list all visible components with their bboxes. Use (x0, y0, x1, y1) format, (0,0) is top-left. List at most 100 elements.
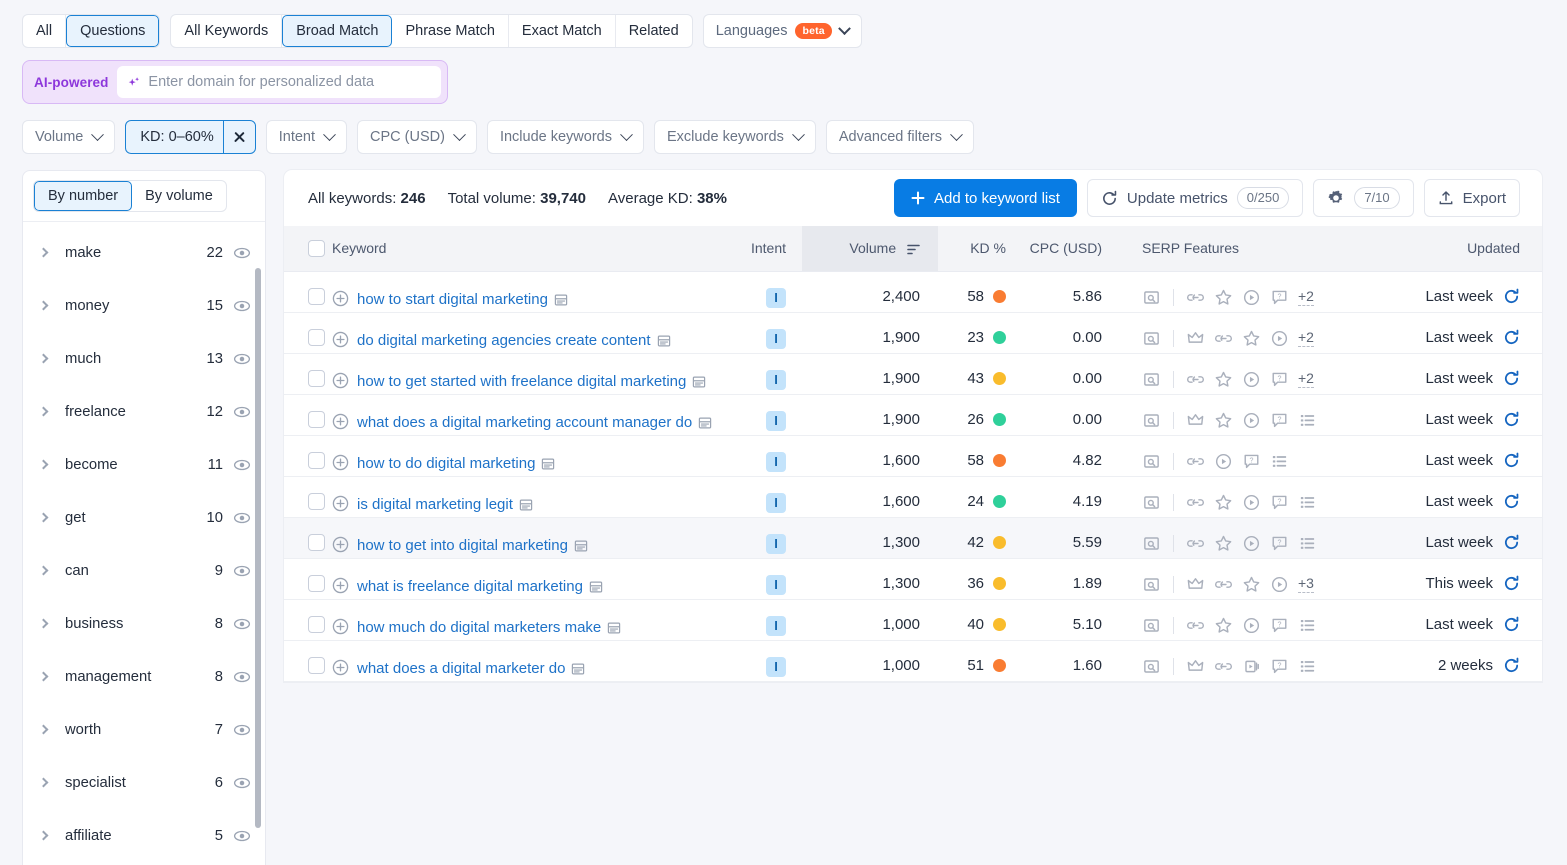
header-serp-features[interactable]: SERP Features (1122, 226, 1382, 272)
eye-icon[interactable] (233, 668, 251, 686)
intent-badge[interactable]: I (766, 492, 786, 513)
chevron-right-icon[interactable] (35, 777, 51, 788)
table-row[interactable]: what does a digital marketer do I 1,000 51… (284, 640, 1542, 682)
add-keyword-icon[interactable] (332, 577, 349, 594)
serp-snippet-icon[interactable] (607, 621, 621, 635)
serp-preview-icon[interactable] (1142, 616, 1161, 635)
add-to-keyword-list-button[interactable]: Add to keyword list (894, 179, 1077, 217)
related-searches-icon[interactable] (1298, 534, 1317, 553)
table-settings-button[interactable]: 7/10 (1313, 179, 1414, 217)
header-keyword[interactable]: Keyword (332, 226, 726, 272)
add-keyword-icon[interactable] (332, 536, 349, 553)
chevron-right-icon[interactable] (35, 247, 51, 258)
serp-preview-icon[interactable] (1142, 575, 1161, 594)
faq-icon[interactable]: ? (1270, 288, 1289, 307)
reviews-star-icon[interactable] (1242, 329, 1261, 348)
serp-snippet-icon[interactable] (657, 334, 671, 348)
sitelinks-icon[interactable] (1186, 493, 1205, 512)
filter-intent[interactable]: Intent (265, 120, 348, 154)
chevron-right-icon[interactable] (35, 512, 51, 523)
row-checkbox[interactable] (308, 656, 325, 674)
tab-broad-match[interactable]: Broad Match (282, 15, 393, 47)
eye-icon[interactable] (233, 403, 251, 421)
related-searches-icon[interactable] (1298, 493, 1317, 512)
table-row[interactable]: how to start digital marketing I 2,400 58 5… (284, 271, 1542, 313)
serp-snippet-icon[interactable] (519, 498, 533, 512)
add-keyword-icon[interactable] (332, 290, 349, 307)
intent-badge[interactable]: I (766, 533, 786, 554)
top-stories-crown-icon[interactable] (1186, 329, 1205, 348)
chevron-right-icon[interactable] (35, 406, 51, 417)
related-searches-icon[interactable] (1298, 616, 1317, 635)
refresh-row-icon[interactable] (1503, 370, 1520, 387)
serp-preview-icon[interactable] (1142, 452, 1161, 471)
top-stories-crown-icon[interactable] (1186, 575, 1205, 594)
tab-exact-match[interactable]: Exact Match (509, 15, 616, 47)
refresh-row-icon[interactable] (1503, 575, 1520, 592)
chevron-right-icon[interactable] (35, 300, 51, 311)
add-keyword-icon[interactable] (332, 331, 349, 348)
eye-icon[interactable] (233, 244, 251, 262)
serp-preview-icon[interactable] (1142, 288, 1161, 307)
sitelinks-icon[interactable] (1186, 616, 1205, 635)
table-row[interactable]: how to do digital marketing I 1,600 58 4.82… (284, 435, 1542, 477)
table-row[interactable]: is digital marketing legit I 1,600 24 4.19 … (284, 476, 1542, 518)
reviews-star-icon[interactable] (1214, 288, 1233, 307)
video-icon[interactable] (1242, 370, 1261, 389)
row-checkbox[interactable] (308, 328, 325, 346)
export-button[interactable]: Export (1423, 179, 1520, 217)
tab-all[interactable]: All (23, 15, 67, 47)
tab-questions[interactable]: Questions (66, 15, 160, 47)
faq-icon[interactable]: ? (1270, 616, 1289, 635)
intent-badge[interactable]: I (766, 574, 786, 595)
video-carousel-icon[interactable] (1242, 657, 1261, 676)
header-cpc[interactable]: CPC (USD) (1022, 226, 1122, 272)
video-icon[interactable] (1270, 575, 1289, 594)
reviews-star-icon[interactable] (1214, 370, 1233, 389)
row-checkbox[interactable] (308, 574, 325, 592)
row-keyword-link[interactable]: what does a digital marketing account ma… (357, 411, 712, 435)
sidebar-group-item[interactable]: become 11 (23, 438, 265, 491)
row-checkbox[interactable] (308, 451, 325, 469)
row-keyword-link[interactable]: how to start digital marketing (357, 288, 568, 312)
intent-badge[interactable]: I (766, 410, 786, 431)
tab-phrase-match[interactable]: Phrase Match (392, 15, 509, 47)
serp-snippet-icon[interactable] (571, 662, 585, 676)
reviews-star-icon[interactable] (1214, 616, 1233, 635)
table-row[interactable]: do digital marketing agencies create con… (284, 312, 1542, 354)
sidebar-sort-by-volume[interactable]: By volume (132, 181, 226, 211)
intent-badge[interactable]: I (766, 287, 786, 308)
related-searches-icon[interactable] (1270, 452, 1289, 471)
serp-snippet-icon[interactable] (698, 416, 712, 430)
filter-include-keywords[interactable]: Include keywords (486, 120, 644, 154)
sidebar-group-item[interactable]: freelance 12 (23, 385, 265, 438)
row-checkbox[interactable] (308, 410, 325, 428)
related-searches-icon[interactable] (1298, 657, 1317, 676)
filter-advanced[interactable]: Advanced filters (825, 120, 974, 154)
add-keyword-icon[interactable] (332, 454, 349, 471)
row-keyword-link[interactable]: is digital marketing legit (357, 493, 533, 517)
sitelinks-icon[interactable] (1214, 575, 1233, 594)
languages-dropdown[interactable]: Languages beta (702, 14, 862, 48)
faq-icon[interactable]: ? (1270, 534, 1289, 553)
filter-exclude-keywords[interactable]: Exclude keywords (653, 120, 816, 154)
intent-badge[interactable]: I (766, 369, 786, 390)
sidebar-group-item[interactable]: specialist 6 (23, 756, 265, 809)
serp-preview-icon[interactable] (1142, 370, 1161, 389)
refresh-row-icon[interactable] (1503, 288, 1520, 305)
top-stories-crown-icon[interactable] (1186, 657, 1205, 676)
eye-icon[interactable] (233, 456, 251, 474)
sidebar-sort-by-number[interactable]: By number (34, 181, 133, 211)
row-checkbox[interactable] (308, 287, 325, 305)
chevron-right-icon[interactable] (35, 618, 51, 629)
video-icon[interactable] (1214, 452, 1233, 471)
sidebar-group-item[interactable]: money 15 (23, 279, 265, 332)
row-keyword-link[interactable]: do digital marketing agencies create con… (357, 329, 671, 353)
serp-snippet-icon[interactable] (541, 457, 555, 471)
chevron-right-icon[interactable] (35, 353, 51, 364)
serp-more-count[interactable]: +2 (1298, 329, 1314, 347)
domain-input[interactable] (148, 74, 429, 90)
table-row[interactable]: how much do digital marketers make I 1,00… (284, 599, 1542, 641)
eye-icon[interactable] (233, 827, 251, 845)
header-kd[interactable]: KD % (938, 226, 1022, 272)
